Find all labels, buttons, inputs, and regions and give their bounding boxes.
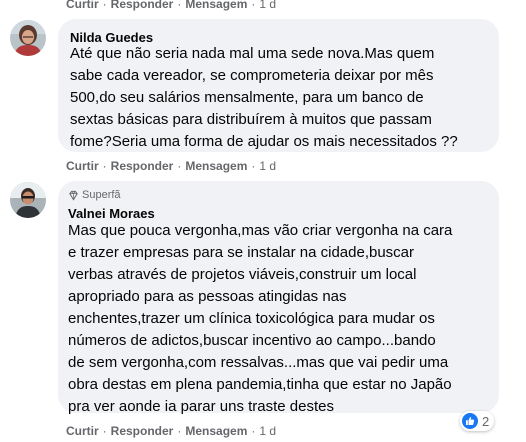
comment-actions: Curtir · Responder · Mensagem · 1 d — [66, 424, 277, 438]
prev-comment-actions: Curtir · Responder · Mensagem · 1 d — [66, 0, 276, 11]
comment-timestamp[interactable]: 1 d — [259, 159, 276, 173]
reply-link[interactable]: Responder — [111, 159, 174, 173]
message-link[interactable]: Mensagem — [185, 159, 247, 173]
like-reaction-icon — [462, 413, 478, 429]
reaction-count-label: 2 — [482, 413, 490, 429]
comment-timestamp[interactable]: 1 d — [259, 424, 276, 438]
superfan-badge[interactable]: Superfã — [68, 189, 121, 201]
message-link[interactable]: Mensagem — [185, 0, 247, 11]
avatar-valnei-moraes[interactable] — [10, 182, 46, 218]
comment-text: Até que não seria nada mal uma sede nova… — [70, 45, 458, 150]
comment-author[interactable]: Valnei Moraes — [68, 206, 155, 221]
like-link[interactable]: Curtir — [66, 0, 99, 11]
like-link[interactable]: Curtir — [66, 424, 99, 438]
reaction-count[interactable]: 2 — [460, 411, 495, 431]
avatar-nilda-guedes[interactable] — [10, 20, 46, 56]
comment-timestamp[interactable]: 1 d — [259, 0, 276, 11]
like-link[interactable]: Curtir — [66, 159, 99, 173]
profile-photo-icon — [10, 182, 46, 218]
diamond-icon — [69, 190, 78, 201]
message-link[interactable]: Mensagem — [185, 424, 247, 438]
comment-actions: Curtir · Responder · Mensagem · 1 d — [66, 159, 277, 173]
reply-link[interactable]: Responder — [111, 424, 174, 438]
profile-photo-icon — [10, 20, 46, 56]
comment-text: Mas que pouca vergonha,mas vão criar ver… — [68, 222, 453, 415]
badge-label: Superfã — [82, 189, 121, 201]
reply-link[interactable]: Responder — [111, 0, 174, 11]
